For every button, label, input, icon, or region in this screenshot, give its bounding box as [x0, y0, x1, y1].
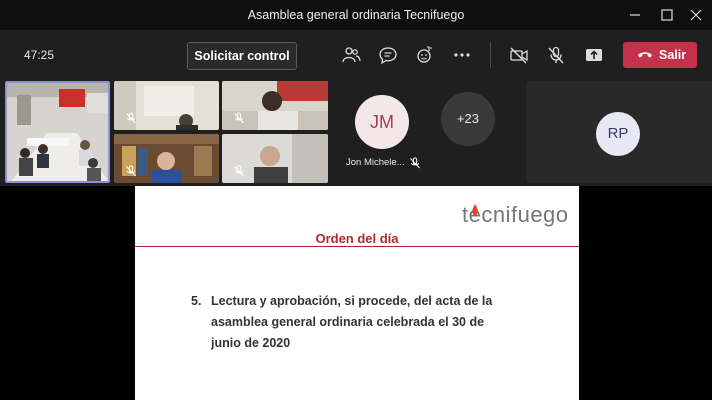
- shared-presentation-slide: tecnifuego Orden del día 5. Lectura y ap…: [135, 186, 579, 400]
- avatar-jm: JM: [355, 95, 409, 149]
- maximize-icon[interactable]: [657, 6, 677, 24]
- leave-button[interactable]: Salir: [623, 42, 697, 68]
- minimize-icon[interactable]: [625, 6, 645, 24]
- share-screen-icon[interactable]: [584, 45, 604, 65]
- toolbar-divider: [490, 42, 491, 68]
- video-tile-room[interactable]: [5, 81, 110, 183]
- leave-label: Salir: [659, 48, 687, 62]
- more-participants-badge[interactable]: +23: [441, 92, 495, 146]
- phone-hangup-icon: [638, 52, 652, 58]
- video-tile-participant-4[interactable]: [222, 134, 328, 183]
- agenda-item-text: Lectura y aprobación, si procede, del ac…: [211, 294, 493, 350]
- mic-muted-icon: [234, 165, 244, 177]
- meeting-toolbar: 47:25 Solicitar control Salir: [0, 30, 712, 78]
- participants-icon[interactable]: [341, 45, 361, 65]
- mic-muted-icon: [126, 112, 136, 124]
- mic-muted-icon[interactable]: [546, 45, 566, 65]
- meeting-timer: 47:25: [24, 48, 55, 62]
- participant-tile-rp[interactable]: RP: [526, 81, 712, 183]
- mic-muted-icon: [126, 165, 136, 177]
- close-icon[interactable]: [686, 6, 706, 24]
- agenda-item: 5. Lectura y aprobación, si procede, del…: [191, 291, 511, 354]
- camera-off-icon[interactable]: [509, 45, 529, 65]
- avatar-rp: RP: [596, 112, 640, 156]
- participants-strip: JM Jon Michele... +23 RP: [0, 78, 712, 186]
- title-bar: Asamblea general ordinaria Tecnifuego: [0, 0, 712, 30]
- video-tile-participant-3[interactable]: [114, 134, 219, 183]
- participant-name-jm: Jon Michele...: [346, 157, 405, 168]
- slide-heading: Orden del día: [315, 231, 399, 246]
- window-title: Asamblea general ordinaria Tecnifuego: [247, 8, 465, 22]
- room-video-feed: [7, 83, 108, 181]
- reactions-icon[interactable]: [415, 45, 435, 65]
- flame-icon: [472, 204, 478, 217]
- video-tile-participant-2[interactable]: [222, 81, 328, 130]
- video-tile-participant-1[interactable]: [114, 81, 219, 130]
- more-options-icon[interactable]: [452, 45, 472, 65]
- mic-muted-icon: [234, 112, 244, 124]
- agenda-item-number: 5.: [191, 294, 202, 308]
- request-control-button[interactable]: Solicitar control: [187, 42, 297, 70]
- mic-muted-icon: [410, 157, 420, 169]
- participant-tile-jm[interactable]: JM Jon Michele...: [332, 81, 432, 183]
- heading-divider: [135, 246, 579, 247]
- chat-icon[interactable]: [378, 45, 398, 65]
